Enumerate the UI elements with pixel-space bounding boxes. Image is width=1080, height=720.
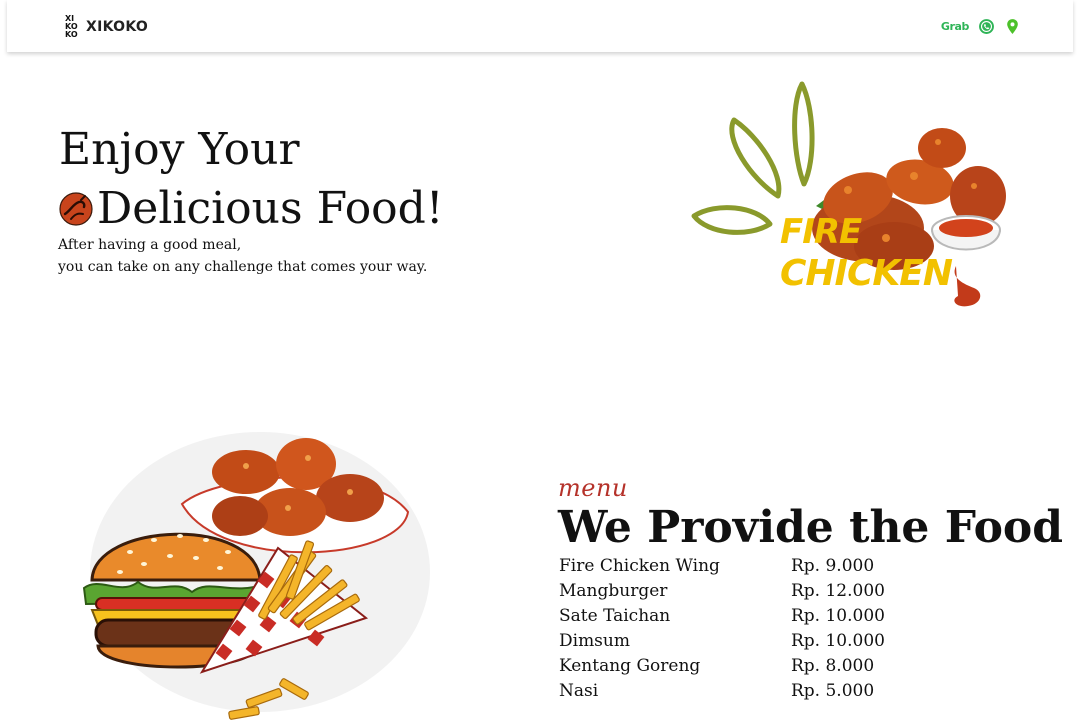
hero-title-line1: Enjoy Your [59, 124, 300, 175]
grab-link[interactable]: Grab [941, 20, 970, 33]
menu-item: Mangburger Rp. 12.000 [559, 578, 899, 603]
menu-item-name: Nasi [559, 680, 599, 701]
menu-item-name: Mangburger [559, 580, 668, 601]
location-pin-icon[interactable] [1004, 18, 1021, 35]
hero-title-line2: Delicious Food! [97, 183, 444, 234]
hero-subtitle-line2: you can take on any challenge that comes… [58, 259, 428, 275]
menu-item-price: Rp. 9.000 [791, 555, 875, 576]
hero-subtitle: After having a good meal, you can take o… [58, 234, 427, 278]
menu-eyebrow: menu [558, 474, 628, 502]
menu-list: Fire Chicken Wing Rp. 9.000 Mangburger R… [559, 553, 899, 703]
fire-word: FIRE [780, 212, 862, 252]
menu-item-name: Kentang Goreng [559, 655, 701, 676]
nav-icons: Grab [941, 18, 1021, 35]
hero-title-line2-row: Delicious Food! [59, 183, 444, 234]
fire-chicken-illustration: FIRE CHICKEN [688, 78, 1024, 316]
brand-mark-icon: XI KO KO [64, 15, 80, 39]
burger-fries-wings-illustration [70, 412, 440, 720]
chili-badge-icon [59, 191, 93, 226]
brand-logo-link[interactable]: XI KO KO XIKOKO [64, 15, 148, 39]
menu-item-name: Dimsum [559, 630, 630, 651]
menu-item-price: Rp. 10.000 [791, 630, 885, 651]
menu-item: Dimsum Rp. 10.000 [559, 628, 899, 653]
menu-item-name: Fire Chicken Wing [559, 555, 720, 576]
navbar: XI KO KO XIKOKO Grab [7, 0, 1073, 52]
combo-artwork [82, 432, 430, 720]
menu-item-price: Rp. 5.000 [791, 680, 875, 701]
menu-item: Sate Taichan Rp. 10.000 [559, 603, 899, 628]
menu-item-price: Rp. 8.000 [791, 655, 875, 676]
menu-title: We Provide the Food [558, 502, 1064, 553]
menu-item: Kentang Goreng Rp. 8.000 [559, 653, 899, 678]
menu-item: Nasi Rp. 5.000 [559, 678, 899, 703]
menu-item-price: Rp. 10.000 [791, 605, 885, 626]
brand-name: XIKOKO [86, 19, 149, 35]
menu-item-price: Rp. 12.000 [791, 580, 885, 601]
menu-item-name: Sate Taichan [559, 605, 671, 626]
hero-subtitle-line1: After having a good meal, [58, 237, 242, 253]
brand-mark-line: KO [65, 30, 78, 39]
whatsapp-icon[interactable] [978, 18, 995, 35]
menu-item: Fire Chicken Wing Rp. 9.000 [559, 553, 899, 578]
chicken-word: CHICKEN [780, 253, 953, 294]
